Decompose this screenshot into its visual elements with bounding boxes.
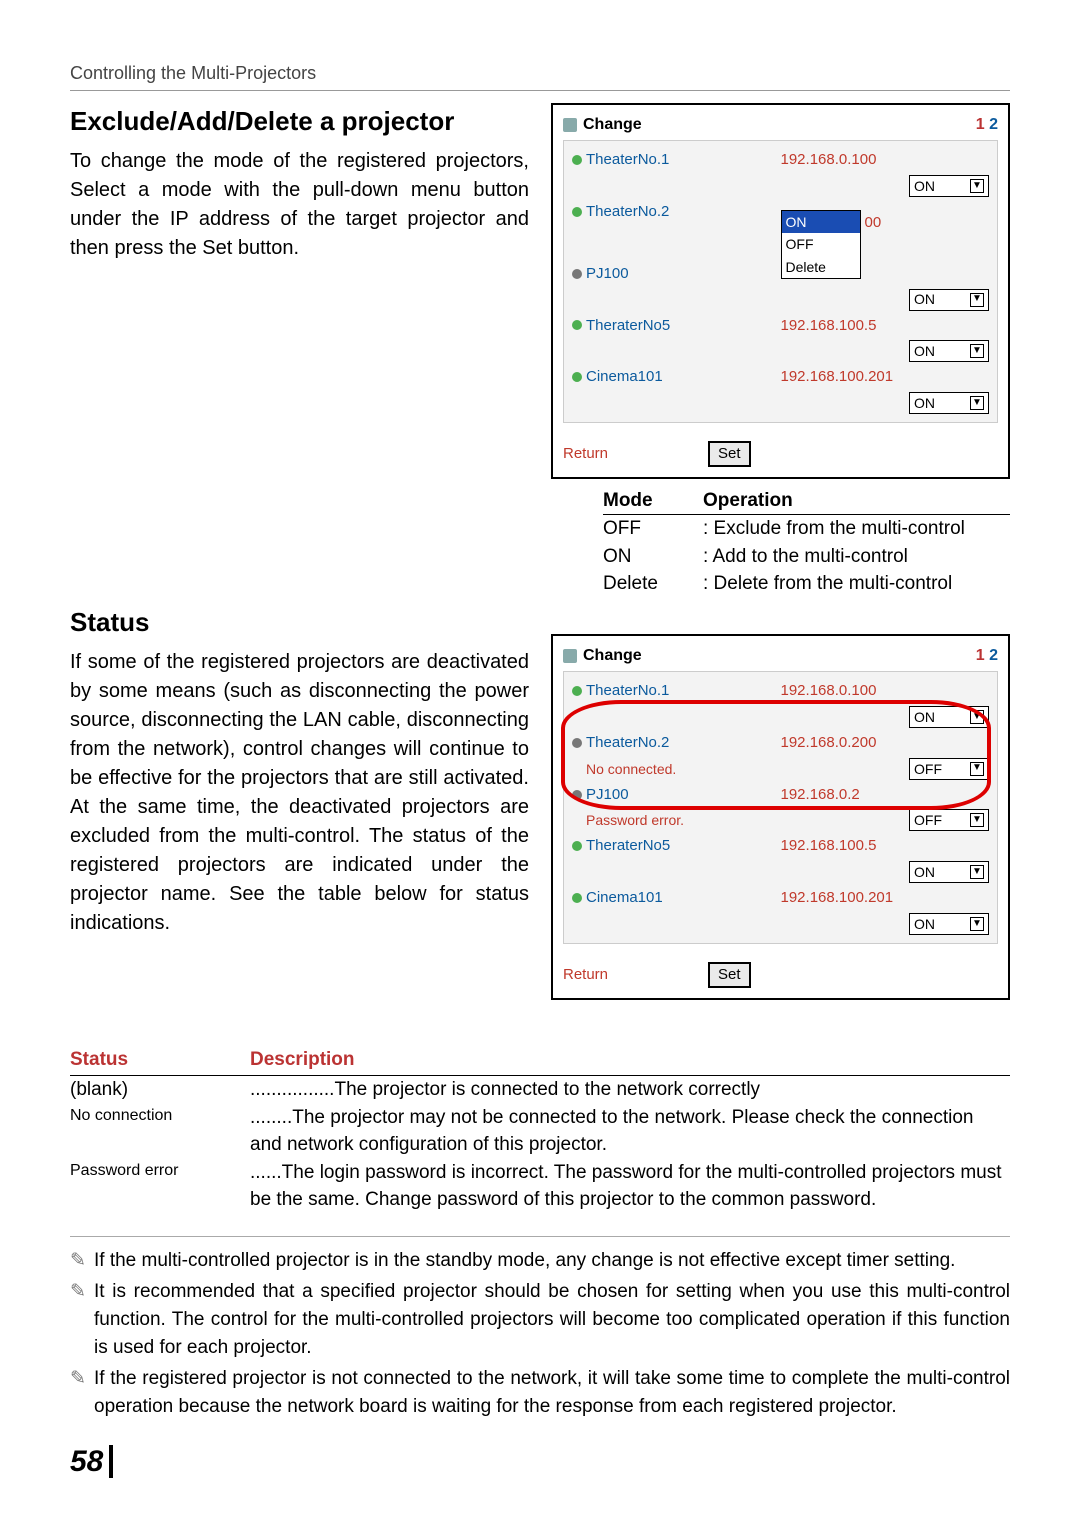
note-item: ✎If the multi-controlled projector is in… bbox=[70, 1247, 1010, 1275]
projector-ip: 192.168.100.5 bbox=[781, 835, 990, 857]
return-link[interactable]: Return bbox=[563, 964, 608, 986]
projector-name: TheaterNo.2 bbox=[572, 201, 781, 223]
projector-ip: 192.168.0.200 bbox=[781, 732, 990, 754]
page-indicator[interactable]: 1 2 bbox=[976, 113, 998, 136]
page-indicator[interactable]: 1 2 bbox=[976, 644, 998, 667]
note-item: ✎If the registered projector is not conn… bbox=[70, 1365, 1010, 1420]
window-title: Change bbox=[583, 113, 642, 136]
projector-ip: 192.168.100.5 bbox=[781, 315, 990, 337]
chevron-down-icon: ▼ bbox=[970, 710, 984, 724]
mode-select[interactable]: OFF▼ bbox=[909, 809, 989, 831]
note-icon: ✎ bbox=[70, 1247, 88, 1275]
projector-name: PJ100 bbox=[572, 263, 781, 285]
change-window-1: Change 1 2 TheaterNo.1192.168.0.100 ON▼ … bbox=[551, 103, 1010, 479]
chevron-down-icon: ▼ bbox=[970, 762, 984, 776]
mode-operation-table: ModeOperation OFF: Exclude from the mult… bbox=[603, 487, 1010, 598]
chevron-down-icon: ▼ bbox=[970, 865, 984, 879]
window-title: Change bbox=[583, 644, 642, 667]
projector-name: TheaterNo.1 bbox=[572, 680, 781, 702]
mode-select[interactable]: ON▼ bbox=[909, 289, 989, 311]
note-icon: ✎ bbox=[70, 1365, 88, 1420]
set-button[interactable]: Set bbox=[708, 441, 751, 467]
projector-ip: 192.168.100.201 bbox=[781, 887, 990, 909]
ip-partial: 00 bbox=[865, 212, 882, 234]
projector-name: TheraterNo5 bbox=[572, 835, 781, 857]
mode-select[interactable]: OFF▼ bbox=[909, 758, 989, 780]
section-exclude-title: Exclude/Add/Delete a projector bbox=[70, 103, 529, 141]
chevron-down-icon: ▼ bbox=[970, 396, 984, 410]
projector-ip: 192.168.0.100 bbox=[781, 149, 990, 171]
mode-select[interactable]: ON▼ bbox=[909, 340, 989, 362]
projector-name: TheaterNo.1 bbox=[572, 149, 781, 171]
mode-select[interactable]: ON▼ bbox=[909, 913, 989, 935]
mode-select[interactable]: ON▼ bbox=[909, 175, 989, 197]
mode-select[interactable]: ON▼ bbox=[909, 861, 989, 883]
return-link[interactable]: Return bbox=[563, 443, 608, 465]
projector-name: Cinema101 bbox=[572, 366, 781, 388]
projector-ip: 192.168.100.201 bbox=[781, 366, 990, 388]
window-icon bbox=[563, 118, 577, 132]
status-text: No connected. bbox=[572, 759, 909, 779]
page-number: 58 bbox=[70, 1440, 1010, 1484]
projector-name: Cinema101 bbox=[572, 887, 781, 909]
note-item: ✎It is recommended that a specified proj… bbox=[70, 1278, 1010, 1361]
mode-select-open[interactable]: ON OFF Delete bbox=[781, 210, 861, 279]
projector-ip: 192.168.0.100 bbox=[781, 680, 990, 702]
chevron-down-icon: ▼ bbox=[970, 813, 984, 827]
chevron-down-icon: ▼ bbox=[970, 179, 984, 193]
chevron-down-icon: ▼ bbox=[970, 344, 984, 358]
chevron-down-icon: ▼ bbox=[970, 293, 984, 307]
window-icon bbox=[563, 649, 577, 663]
status-description-table: StatusDescription (blank)...............… bbox=[70, 1046, 1010, 1214]
mode-select[interactable]: ON▼ bbox=[909, 392, 989, 414]
set-button[interactable]: Set bbox=[708, 962, 751, 988]
note-icon: ✎ bbox=[70, 1278, 88, 1361]
divider bbox=[70, 1236, 1010, 1237]
mode-select[interactable]: ON▼ bbox=[909, 706, 989, 728]
change-window-2: Change 1 2 TheaterNo.1192.168.0.100 ON▼ … bbox=[551, 634, 1010, 1000]
breadcrumb: Controlling the Multi-Projectors bbox=[70, 60, 1010, 91]
status-text: Password error. bbox=[572, 810, 909, 830]
section-status-title: Status bbox=[70, 604, 529, 642]
projector-name: TheraterNo5 bbox=[572, 315, 781, 337]
section-status-body: If some of the registered projectors are… bbox=[70, 648, 529, 938]
section-exclude-body: To change the mode of the registered pro… bbox=[70, 147, 529, 263]
projector-ip: 192.168.0.2 bbox=[781, 784, 990, 806]
projector-name: TheaterNo.2 bbox=[572, 732, 781, 754]
projector-name: PJ100 bbox=[572, 784, 781, 806]
chevron-down-icon: ▼ bbox=[970, 917, 984, 931]
